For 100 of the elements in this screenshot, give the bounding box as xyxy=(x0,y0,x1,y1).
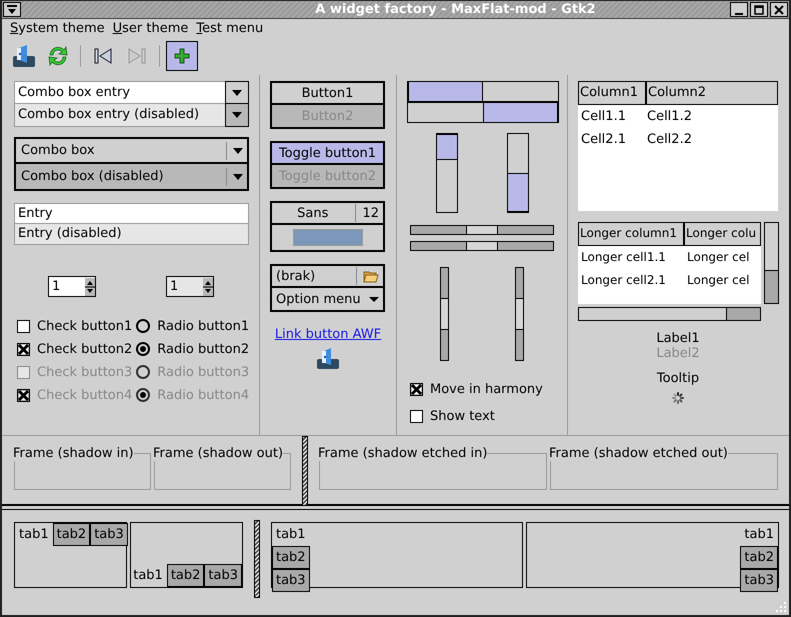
checkbox[interactable] xyxy=(410,410,423,422)
color-button[interactable] xyxy=(270,225,385,252)
checkbox-label: Check button3 xyxy=(37,364,132,380)
plus-icon xyxy=(174,48,190,64)
caret-icon xyxy=(232,90,242,96)
caret-icon xyxy=(369,296,379,302)
frame-label: Frame (shadow etched out) xyxy=(549,446,728,461)
column-header[interactable]: Longer colu xyxy=(685,223,758,245)
vertical-scrollbar[interactable] xyxy=(764,222,779,304)
minimize-button[interactable] xyxy=(730,2,748,17)
tooltip-label: Tooltip xyxy=(656,371,700,386)
notebook-tab[interactable]: tab3 xyxy=(90,523,128,546)
column-header[interactable]: Column2 xyxy=(647,82,708,104)
pane-handle[interactable] xyxy=(2,506,789,510)
window-menu-button[interactable] xyxy=(3,2,21,17)
speaker-box-icon xyxy=(12,44,36,68)
horizontal-scrollbar[interactable] xyxy=(410,225,554,235)
spin-button[interactable]: 1 xyxy=(48,276,96,297)
checkbox[interactable] xyxy=(17,342,30,356)
horizontal-scrollbar[interactable] xyxy=(410,241,554,251)
radio-button[interactable] xyxy=(136,319,150,333)
resize-grip-icon xyxy=(775,601,787,613)
file-chooser-button[interactable]: (brak) xyxy=(270,264,385,288)
font-button[interactable]: Sans 12 xyxy=(270,201,385,225)
column-header[interactable]: Longer column1 xyxy=(579,223,685,245)
notebook-tab[interactable]: tab2 xyxy=(52,523,90,546)
notebook-tab[interactable]: tab1 xyxy=(740,523,778,546)
close-icon xyxy=(774,4,784,14)
vertical-scrollbar[interactable] xyxy=(515,267,524,361)
table-cell-text: Cell1.2 xyxy=(647,109,692,126)
notebook-tab[interactable]: tab1 xyxy=(272,523,310,546)
horizontal-scrollbar[interactable] xyxy=(578,307,761,321)
notebook-tab[interactable]: tab2 xyxy=(166,564,204,587)
spin-arrows-icon xyxy=(203,278,213,296)
column-header[interactable]: Column1 xyxy=(579,82,647,104)
frame-label: Frame (shadow etched in) xyxy=(318,446,488,461)
combo-box-entry[interactable]: Combo box entry xyxy=(14,81,249,104)
font-size: 12 xyxy=(362,206,379,220)
frame-label: Frame (shadow in) xyxy=(13,446,134,461)
radio-label: Radio button3 xyxy=(157,364,250,380)
text-entry[interactable]: Entry xyxy=(14,203,249,224)
spin-arrows-icon xyxy=(85,278,95,296)
link-button[interactable]: Link button AWF xyxy=(274,327,382,342)
text-label: Label2 xyxy=(656,346,700,361)
option-menu[interactable]: Option menu xyxy=(270,288,385,312)
checkbox-label: Move in harmony xyxy=(430,382,543,396)
dropdown-button[interactable] xyxy=(225,81,249,104)
folder-icon xyxy=(363,270,379,282)
table-cell-text: Cell1.1 xyxy=(581,109,627,126)
notebook-tab[interactable]: tab3 xyxy=(204,564,242,587)
skip-back-icon xyxy=(93,47,113,65)
caret-icon xyxy=(233,148,243,154)
radio-label: Radio button2 xyxy=(157,342,250,356)
maximize-icon xyxy=(754,4,764,14)
caret-icon xyxy=(232,112,242,118)
window-menu-icon xyxy=(6,4,18,14)
combo-box[interactable]: Combo box xyxy=(14,137,249,164)
radio-button[interactable] xyxy=(136,342,150,356)
text-label: Label1 xyxy=(656,331,700,346)
radio-label: Radio button1 xyxy=(157,318,250,334)
checkbox-label: Check button4 xyxy=(37,388,132,402)
table-cell-text: Longer cel xyxy=(687,250,750,266)
notebook-tab[interactable]: tab3 xyxy=(272,569,310,592)
menu-item[interactable]: Test menu xyxy=(196,21,264,39)
table-cell-text: Cell2.2 xyxy=(647,132,692,149)
spinner-icon xyxy=(672,392,684,404)
notebook-tab[interactable]: tab1 xyxy=(129,564,167,587)
notebook-tab[interactable]: tab2 xyxy=(740,546,778,569)
menu-item[interactable]: System theme xyxy=(10,21,105,39)
refresh-icon xyxy=(47,44,69,68)
combo-entry-text: Combo box entry xyxy=(15,82,225,103)
notebook-tab[interactable]: tab3 xyxy=(740,569,778,592)
window-title: A widget factory - MaxFlat-mod - Gtk2 xyxy=(314,2,597,17)
pane-handle[interactable] xyxy=(254,520,260,598)
checkbox[interactable] xyxy=(410,382,423,396)
push-button[interactable]: Button1 xyxy=(270,81,385,105)
vertical-scrollbar[interactable] xyxy=(440,267,449,361)
skip-forward-icon xyxy=(127,47,147,65)
checkbox-label: Check button1 xyxy=(37,318,132,334)
menu-item[interactable]: User theme xyxy=(112,21,188,39)
toolbar-button[interactable] xyxy=(166,41,198,71)
close-button[interactable] xyxy=(770,2,788,17)
frame-label: Frame (shadow out) xyxy=(153,446,284,461)
notebook-tab[interactable]: tab2 xyxy=(272,546,310,569)
table-cell-text: Longer cel xyxy=(687,273,750,289)
table-cell-text: Longer cell2.1 xyxy=(581,273,667,289)
checkbox-label: Check button2 xyxy=(37,342,132,356)
maximize-button[interactable] xyxy=(750,2,768,17)
minimize-icon xyxy=(735,12,743,14)
table-cell-text: Longer cell1.1 xyxy=(581,250,667,266)
pane-handle[interactable] xyxy=(302,436,308,506)
toggle-button[interactable]: Toggle button1 xyxy=(270,141,385,165)
radio-label: Radio button4 xyxy=(157,388,250,402)
caret-icon xyxy=(233,174,243,180)
font-name: Sans xyxy=(296,206,330,220)
notebook-tab[interactable]: tab1 xyxy=(15,523,53,546)
table-cell-text: Cell2.1 xyxy=(581,132,627,149)
checkbox[interactable] xyxy=(17,320,30,332)
checkbox-label: Show text xyxy=(430,408,495,424)
speaker-box-icon xyxy=(316,348,340,370)
